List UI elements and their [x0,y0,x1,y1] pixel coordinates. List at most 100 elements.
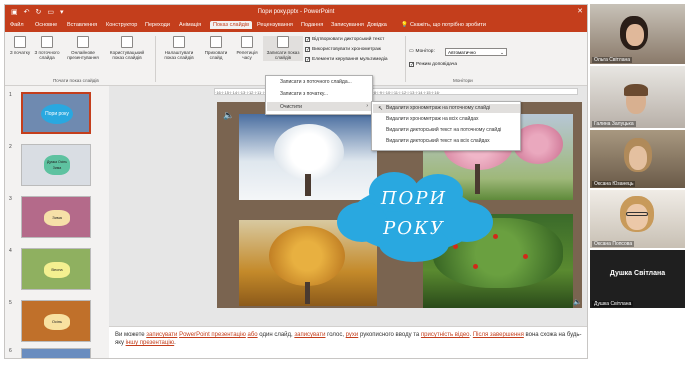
slideshow-current-icon [41,36,53,48]
speaker-icon[interactable]: 🔈 [223,110,234,121]
notes-spell-underline: іншу презентацію [125,340,175,346]
thumbnail-label: Думка Осінь Зима [44,155,70,175]
title-bar: ▣ ↶ ↻ ▭ ▾ Пори року.pptx - PowerPoint ✕ [5,5,587,20]
thumbnail-label: Осінь [44,314,70,330]
slide-number: 4 [9,248,12,254]
tab-view[interactable]: Подання [301,22,323,28]
record-icon [277,36,289,48]
from-beginning-button[interactable]: З початку [9,36,31,55]
tab-review[interactable]: Рецензування [257,22,293,28]
checkmark-icon: ✓ [305,37,311,43]
media-controls-checkbox[interactable]: ✓ Елементи керування мультимедіа [305,57,388,63]
participant-display-name: Душка Світлана [609,270,666,277]
slide-thumbnail-3[interactable]: Зима [21,196,91,238]
slide-title-line2: РОКУ [383,218,445,239]
chevron-right-icon: › [366,103,368,109]
menu-item-record-beginning[interactable]: Записати з початку... [280,91,328,97]
tab-animations[interactable]: Анімація [179,22,201,28]
globe-icon [77,36,89,48]
custom-show-button[interactable]: Користувацький показ слайдів [105,36,149,61]
ribbon-divider [405,36,406,82]
notes-spell-underline: PowerPoint презентацію [179,332,246,338]
screen: ▣ ↶ ↻ ▭ ▾ Пори року.pptx - PowerPoint ✕ … [0,0,685,369]
menu-item-clear-narration-current[interactable]: Видалити дикторський текст на поточному … [386,127,501,133]
play-narrations-checkbox[interactable]: ✓ Відтворювати дикторський текст [305,37,384,43]
participant-tile-5[interactable]: Душка Світлана Душка Світлана [590,250,685,308]
slide-number: 6 [9,348,12,354]
menu-item-clear-timing-all[interactable]: Видалити хронометраж на всіх слайдах [386,116,478,122]
participant-tile-2[interactable]: Галина Залуцька [590,66,685,128]
monitor-select[interactable]: Автоматично ⌄ [445,48,507,56]
tell-me-box[interactable]: Скажіть, що потрібно зробити [410,22,486,28]
slide-thumbnail-1[interactable]: Пори року [21,92,91,134]
participant-name: Душка Світлана [592,301,634,307]
title-cloud: ПОРИ РОКУ [329,166,499,266]
custom-show-icon [121,36,133,48]
participant-tile-3[interactable]: Оксана Юзанець [590,130,685,188]
setup-icon [173,36,185,48]
notes-spell-underline: рухи [345,332,359,338]
clear-submenu: Видалити хронометраж на поточному слайді… [371,101,521,151]
tab-home[interactable]: Основне [35,22,57,28]
notes-spell-underline: присутність відео [420,332,470,338]
monitor-label: ▭ Монітор: [409,49,435,54]
close-icon[interactable]: ✕ [577,7,583,15]
tab-design[interactable]: Конструктор [106,22,137,28]
slide-number: 3 [9,196,12,202]
rehearse-timings-button[interactable]: Репетиція часу [233,36,261,61]
participant-tile-1[interactable]: Ольга Світлана [590,4,685,64]
rehearse-icon [241,36,253,48]
tab-insert[interactable]: Вставлення [67,22,97,28]
hide-slide-icon [210,36,222,48]
menu-item-clear[interactable]: Очистити [280,104,302,110]
slide-title-line1: ПОРИ [380,188,448,209]
tab-slideshow[interactable]: Показ слайдів [210,21,253,29]
setup-show-button[interactable]: Налаштувати показ слайдів [159,36,199,61]
slide-thumbnail-2[interactable]: Думка Осінь Зима [21,144,91,186]
powerpoint-window: ▣ ↶ ↻ ▭ ▾ Пори року.pptx - PowerPoint ✕ … [4,4,588,359]
present-online-button[interactable]: Онлайнове презентування [65,36,101,61]
participant-tile-4[interactable]: Оксана Попсова [590,190,685,248]
checkmark-icon: ✓ [305,57,311,63]
lightbulb-icon: 💡 [401,22,408,28]
thumbnail-cloud: Пори року [41,104,73,124]
hide-slide-button[interactable]: Приховати слайд [201,36,231,61]
participant-name: Оксана Попсова [592,241,635,247]
tab-file[interactable]: Файл [10,22,24,28]
use-timings-checkbox[interactable]: ✓ Використовувати хронометраж [305,47,381,53]
slide-thumbnail-5[interactable]: Осінь [21,300,91,342]
ribbon-tabs: Файл Основне Вставлення Конструктор Пере… [5,20,587,32]
tab-help[interactable]: Довідка [367,22,387,28]
menu-item-record-current[interactable]: Записати з поточного слайда... [280,79,352,85]
slide-thumbnail-6[interactable] [21,348,91,358]
slide-thumbnails-pane: 1 Пори року 2 Думка Осінь Зима 3 Зима 4 … [5,86,109,358]
notes-spell-underline: записувати [146,332,178,338]
notes-pane[interactable]: Ви можете записувати PowerPoint презента… [109,326,587,358]
presenter-view-checkbox[interactable]: ✓ Режим доповідача [409,62,457,68]
chevron-down-icon: ⌄ [500,50,504,55]
menu-item-clear-narration-all[interactable]: Видалити дикторський текст на всіх слайд… [386,138,490,144]
notes-spell-underline: або [247,332,258,338]
slide-thumbnail-4[interactable]: Весна [21,248,91,290]
participant-name: Оксана Юзанець [592,181,636,187]
notes-spell-underline: Після завершення [472,332,524,338]
menu-item-clear-timing-current[interactable]: Видалити хронометраж на поточному слайді [386,105,490,111]
window-title: Пори року.pptx - PowerPoint [257,9,335,15]
checkmark-icon: ✓ [409,62,415,68]
record-dropdown-menu: Записати з поточного слайда... Записати … [265,75,373,115]
participant-name: Ольга Світлана [592,57,633,63]
tab-transitions[interactable]: Переходи [145,22,170,28]
thumbnail-label: Весна [44,262,70,278]
speaker-icon[interactable]: 🔈 [573,298,582,306]
group-monitors-label: Монітори [453,78,473,83]
from-current-button[interactable]: З поточного слайда [33,36,61,61]
monitor-icon: ▭ [409,49,414,54]
ribbon-divider [155,36,156,82]
notes-spell-underline: записувати [294,332,326,338]
slideshow-icon [14,36,26,48]
slide-number: 1 [9,92,12,98]
tab-recording[interactable]: Записування [331,22,364,28]
record-slideshow-button[interactable]: Записати показ слайдів [263,36,303,61]
mouse-cursor-icon: ↖ [378,106,384,112]
participant-name: Галина Залуцька [592,121,636,127]
